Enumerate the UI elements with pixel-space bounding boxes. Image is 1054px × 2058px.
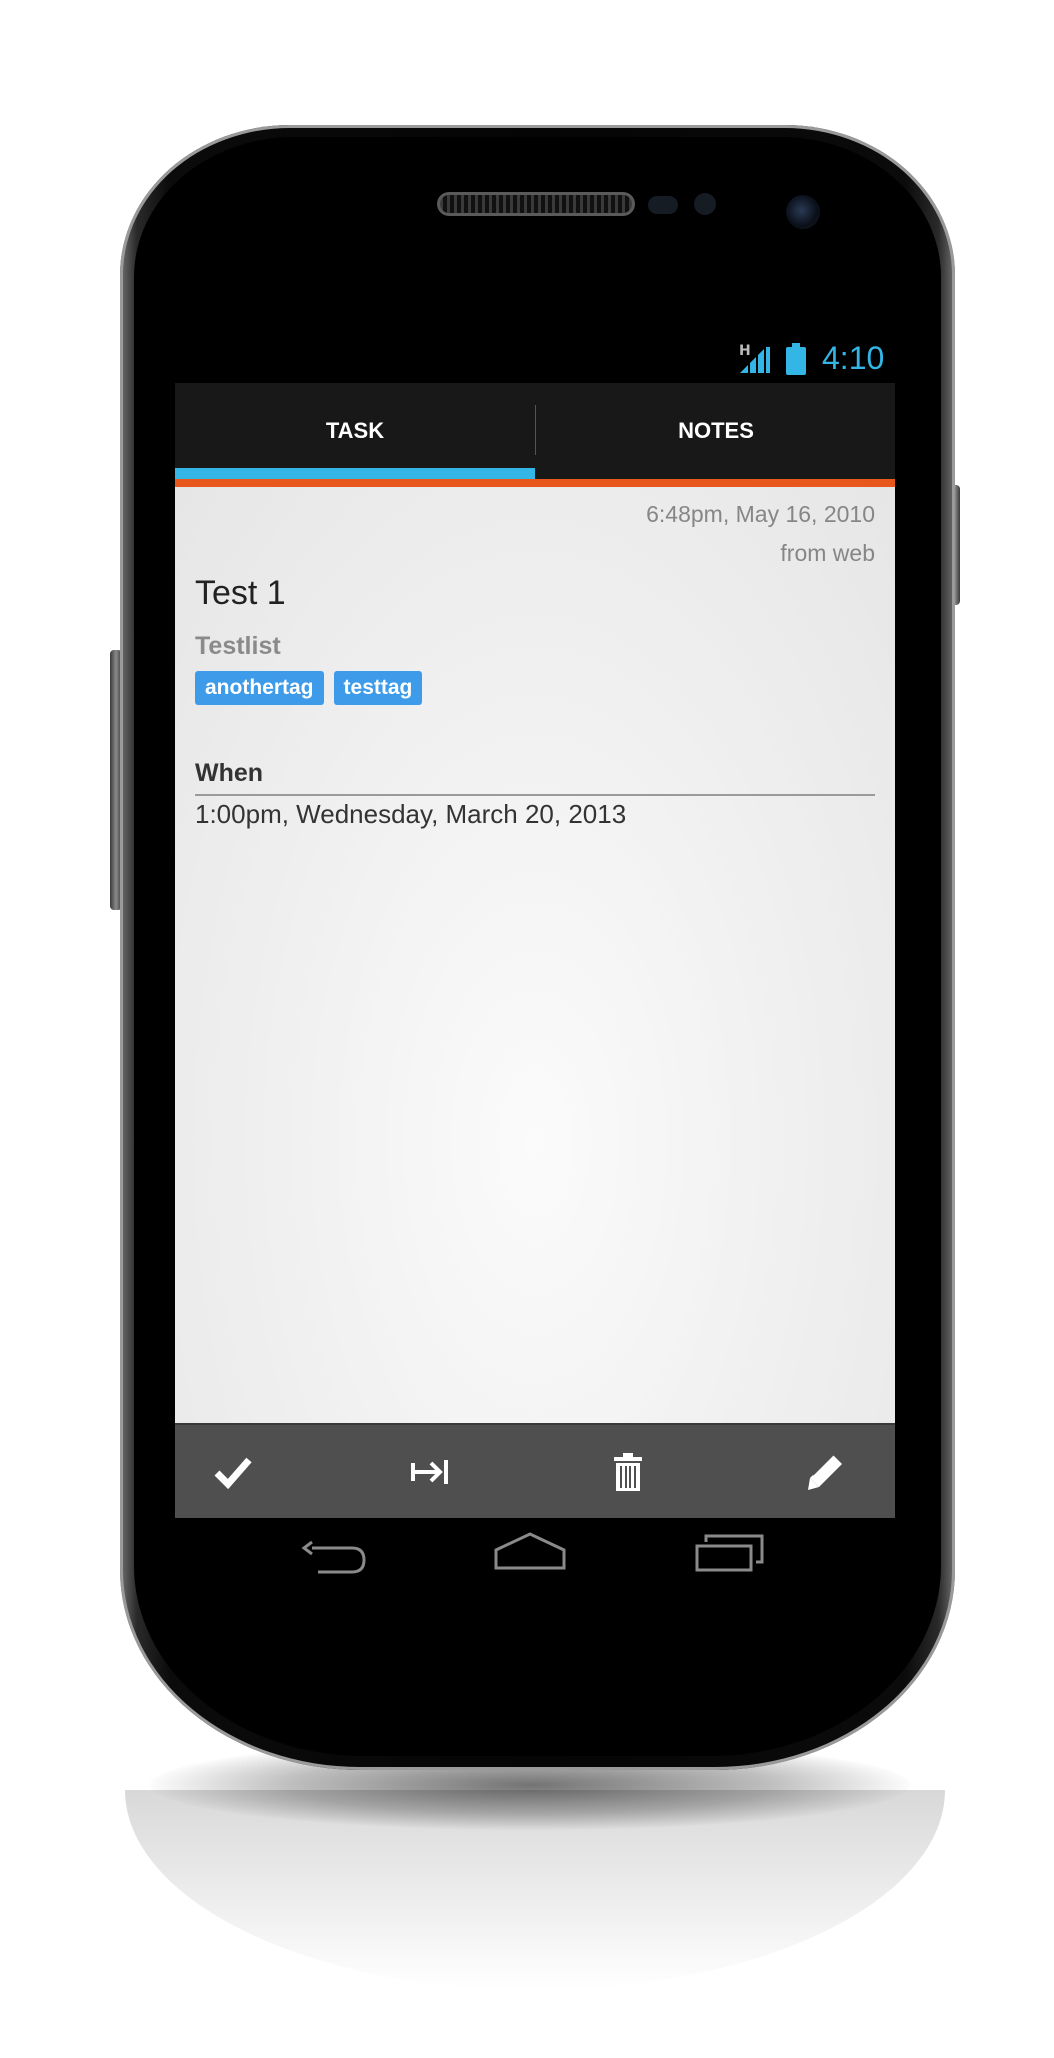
proximity-sensor bbox=[648, 196, 678, 214]
tab-selected-indicator bbox=[175, 468, 535, 479]
tab-task[interactable]: TASK bbox=[175, 383, 535, 479]
due-date: 1:00pm, Wednesday, March 20, 2013 bbox=[195, 799, 627, 829]
tab-notes[interactable]: NOTES bbox=[536, 383, 895, 479]
recent-apps-icon[interactable] bbox=[694, 1532, 766, 1574]
created-source: from web bbox=[780, 540, 875, 566]
task-title: Test 1 bbox=[195, 574, 286, 612]
back-icon[interactable] bbox=[298, 1540, 368, 1576]
created-date: 6:48pm, May 16, 2010 bbox=[646, 501, 875, 527]
tag-anothertag[interactable]: anothertag bbox=[195, 671, 324, 705]
complete-button[interactable] bbox=[183, 1425, 283, 1518]
action-bar bbox=[175, 1423, 895, 1518]
accent-strip bbox=[175, 479, 895, 487]
light-sensor bbox=[694, 193, 716, 215]
task-list-name[interactable]: Testlist bbox=[195, 632, 281, 661]
postpone-icon bbox=[411, 1459, 448, 1484]
signal-icon bbox=[740, 347, 770, 373]
tab-notes-label: NOTES bbox=[678, 418, 754, 443]
pencil-icon bbox=[808, 1451, 842, 1490]
tag-list: anothertag testtag bbox=[195, 671, 423, 705]
postpone-button[interactable] bbox=[380, 1425, 480, 1518]
screen: H 4:10 TASK NOTES 6:48pm, May 16, 2010 f… bbox=[175, 333, 895, 1518]
edit-button[interactable] bbox=[775, 1425, 875, 1518]
tab-bar: TASK NOTES bbox=[175, 383, 895, 479]
checkmark-icon bbox=[214, 1457, 252, 1489]
status-bar: H 4:10 bbox=[175, 333, 895, 383]
delete-button[interactable] bbox=[578, 1425, 678, 1518]
home-icon[interactable] bbox=[492, 1530, 568, 1574]
task-detail: 6:48pm, May 16, 2010 from web Test 1 Tes… bbox=[175, 487, 895, 1423]
tag-testtag[interactable]: testtag bbox=[333, 671, 423, 705]
when-divider bbox=[195, 794, 875, 796]
when-heading: When bbox=[195, 759, 264, 787]
earpiece-speaker bbox=[440, 195, 632, 213]
front-camera bbox=[786, 195, 820, 229]
trash-icon bbox=[614, 1452, 642, 1491]
status-clock: 4:10 bbox=[822, 340, 885, 376]
battery-icon bbox=[786, 343, 806, 375]
tab-task-label: TASK bbox=[325, 418, 385, 443]
